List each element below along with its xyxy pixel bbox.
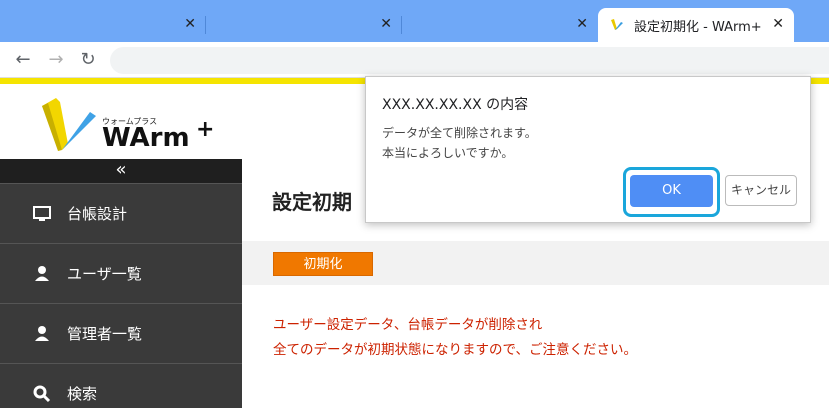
address-bar[interactable]	[110, 47, 829, 74]
ok-button[interactable]: OK	[630, 175, 713, 207]
tab-close-icon[interactable]: ✕	[184, 14, 196, 34]
page-title: 設定初期	[272, 190, 352, 214]
search-icon	[33, 385, 51, 403]
tab-close-icon[interactable]: ✕	[772, 14, 784, 34]
back-arrow-icon[interactable]: ←	[13, 50, 33, 70]
browser-tab-active[interactable]: 設定初期化 - WArm+ ✕	[598, 8, 794, 42]
browser-tab-strip: ✕ ✕ ✕ 設定初期化 - WArm+ ✕	[0, 0, 829, 42]
monitor-icon	[33, 206, 51, 221]
forward-arrow-icon[interactable]: →	[46, 50, 66, 70]
sidebar-item-ledger-design[interactable]: 台帳設計	[0, 183, 242, 243]
warm-favicon-icon	[611, 19, 623, 30]
browser-tab[interactable]: ✕	[10, 8, 206, 42]
logo-wordmark: WArm	[102, 123, 190, 153]
sidebar-item-user-list[interactable]: ユーザ一覧	[0, 243, 242, 303]
tab-title: 設定初期化 - WArm+	[634, 20, 762, 35]
sidebar-item-label: ユーザ一覧	[67, 265, 142, 283]
user-icon	[35, 266, 49, 281]
dialog-title: XXX.XX.XX.XX の内容	[382, 97, 529, 113]
warm-logo[interactable]: ウォームプラス WArm +	[38, 94, 228, 154]
sidebar-collapse-button[interactable]: «	[0, 159, 242, 183]
dialog-message-line-2: 本当によろしいですか。	[382, 146, 514, 160]
tab-close-icon[interactable]: ✕	[380, 14, 392, 34]
tab-close-icon[interactable]: ✕	[576, 14, 588, 34]
user-icon	[35, 326, 49, 341]
browser-tab[interactable]: ✕	[402, 8, 598, 42]
initialize-button[interactable]: 初期化	[273, 252, 373, 276]
warning-line-2: 全てのデータが初期状態になりますので、ご注意ください。	[273, 342, 637, 358]
logo-plus: +	[196, 117, 214, 142]
sidebar-item-label: 台帳設計	[67, 205, 128, 223]
sidebar-item-label: 検索	[67, 385, 98, 403]
cancel-button[interactable]: キャンセル	[725, 175, 797, 206]
sidebar-item-label: 管理者一覧	[67, 325, 143, 343]
dialog-message-line-1: データが全て削除されます。	[382, 126, 537, 140]
reload-icon[interactable]: ↻	[78, 50, 98, 70]
sidebar-item-admin-list[interactable]: 管理者一覧	[0, 303, 242, 363]
browser-toolbar: ← → ↻	[0, 42, 829, 78]
warning-text: ユーザー設定データ、台帳データが削除され 全てのデータが初期状態になりますので、…	[273, 313, 637, 363]
warning-line-1: ユーザー設定データ、台帳データが削除され	[273, 317, 543, 333]
dialog-message: データが全て削除されます。 本当によろしいですか。	[382, 123, 537, 163]
sidebar-item-search[interactable]: 検索	[0, 363, 242, 408]
sidebar: « 台帳設計 ユーザ一覧 管理者一覧 検索	[0, 159, 242, 408]
browser-tab[interactable]: ✕	[206, 8, 402, 42]
confirm-dialog: XXX.XX.XX.XX の内容 データが全て削除されます。 本当によろしいです…	[365, 76, 811, 223]
